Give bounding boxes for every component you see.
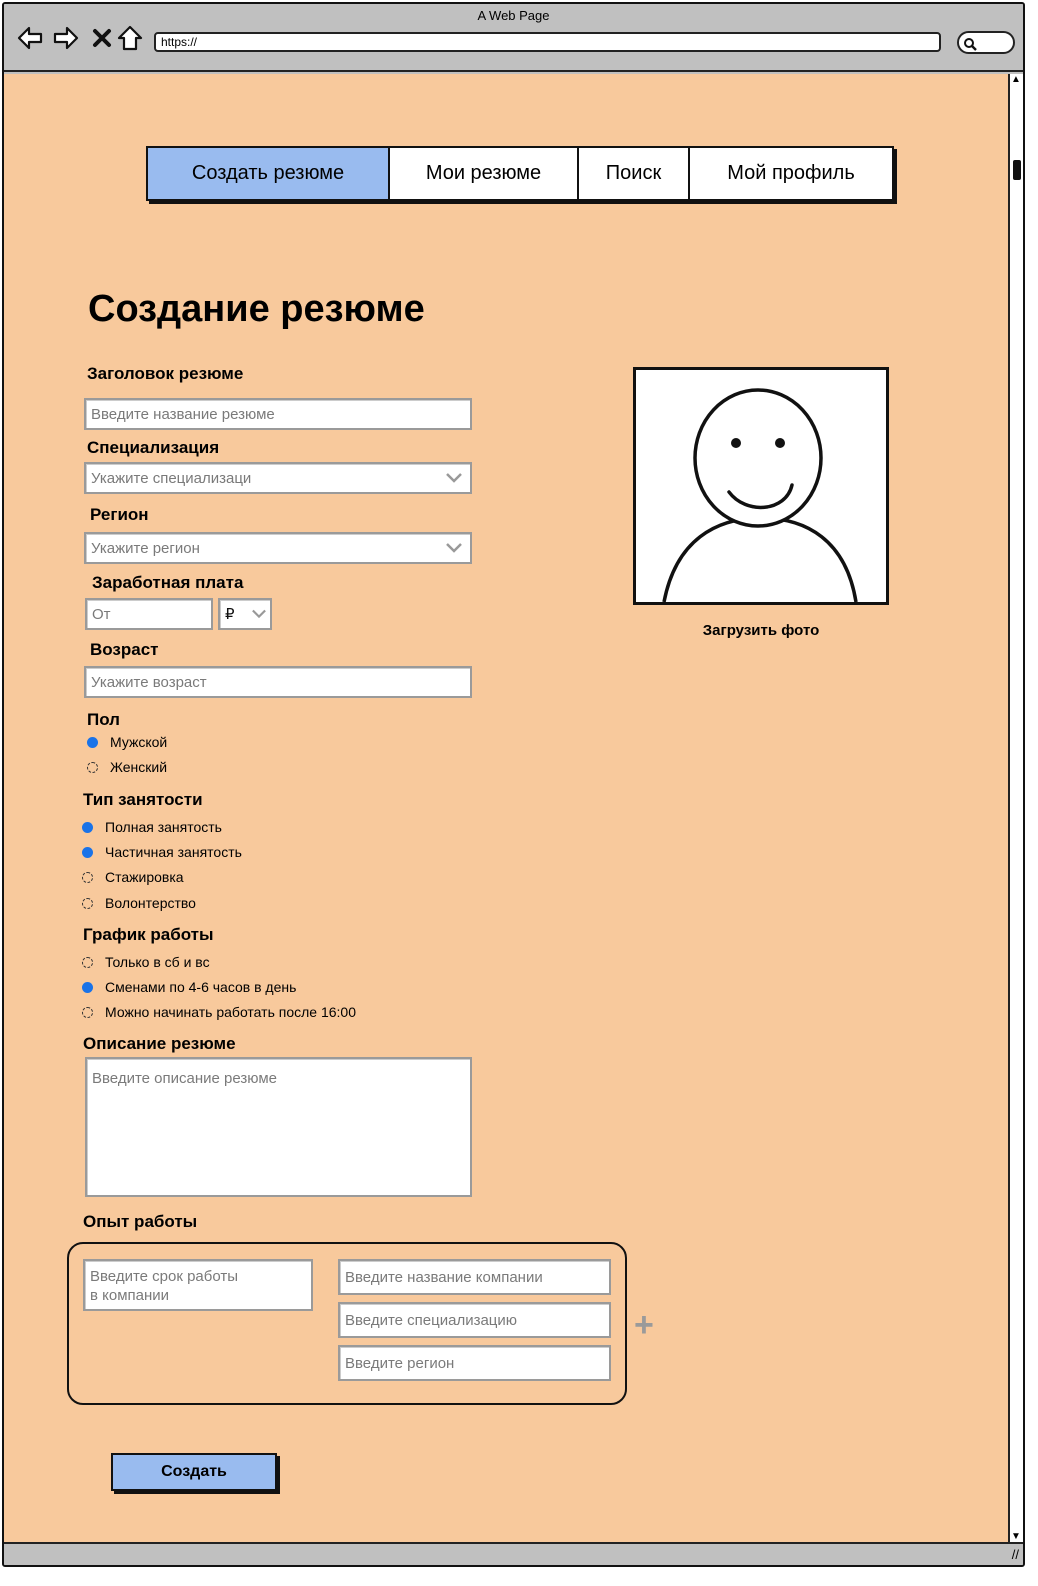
schedule-option-label: Можно начинать работать после 16:00 <box>105 1004 356 1020</box>
specialization-label: Специализация <box>87 438 220 457</box>
search-icon <box>964 38 977 51</box>
chevron-down-icon <box>446 473 462 483</box>
employment-option-full[interactable]: Полная занятость <box>82 819 222 835</box>
age-label: Возраст <box>90 640 159 659</box>
region-select[interactable]: Укажите регион <box>84 532 472 564</box>
nav-tabs: Создать резюме Мои резюме Поиск Мой проф… <box>146 146 894 201</box>
description-textarea[interactable]: Введите описание резюме <box>85 1057 472 1197</box>
resume-title-input[interactable]: Введите название резюме <box>84 398 472 430</box>
upload-photo-label[interactable]: Загрузить фото <box>633 622 889 639</box>
employment-option-part[interactable]: Частичная занятость <box>82 844 242 860</box>
create-button[interactable]: Создать <box>111 1453 277 1491</box>
gender-option-label: Мужской <box>110 734 168 750</box>
employment-option-volunteer[interactable]: Волонтерство <box>82 895 196 911</box>
radio-button[interactable] <box>82 981 93 993</box>
gender-option-female[interactable]: Женский <box>87 759 167 775</box>
schedule-option-weekends[interactable]: Только в сб и вс <box>82 954 210 970</box>
tab-my-profile[interactable]: Мой профиль <box>690 148 892 199</box>
description-label: Описание резюме <box>83 1034 236 1053</box>
browser-toolbar: A Web Page https:// <box>4 4 1023 72</box>
add-experience-button[interactable]: + <box>634 1306 654 1345</box>
schedule-option-label: Сменами по 4-6 часов в день <box>105 979 297 995</box>
gender-option-label: Женский <box>110 759 168 775</box>
employment-label: Тип занятости <box>83 790 203 809</box>
browser-search-box[interactable] <box>957 31 1015 54</box>
salary-label: Заработная плата <box>92 573 244 592</box>
scroll-up-icon[interactable]: ▲ <box>1011 74 1021 85</box>
region-label: Регион <box>90 505 149 524</box>
scroll-down-icon[interactable]: ▼ <box>1011 1531 1021 1542</box>
gender-option-male[interactable]: Мужской <box>87 734 167 750</box>
radio-button[interactable] <box>82 846 93 858</box>
tab-my-resumes[interactable]: Мои резюме <box>390 148 579 199</box>
radio-button[interactable] <box>82 956 93 968</box>
currency-select[interactable]: ₽ <box>218 598 272 630</box>
experience-company-input[interactable]: Введите название компании <box>338 1259 611 1295</box>
window-title: A Web Page <box>477 8 550 23</box>
resume-title-label: Заголовок резюме <box>87 364 244 383</box>
experience-specialization-input[interactable]: Введите специализацию <box>338 1302 611 1338</box>
schedule-label: График работы <box>83 925 214 944</box>
gender-label: Пол <box>87 710 120 729</box>
tab-create-resume[interactable]: Создать резюме <box>148 148 390 199</box>
employment-option-label: Частичная занятость <box>105 844 242 860</box>
radio-button[interactable] <box>82 897 93 909</box>
url-bar[interactable]: https:// <box>154 32 941 52</box>
back-arrow-icon[interactable] <box>16 24 44 52</box>
specialization-select-value: Укажите специализаци <box>91 469 252 487</box>
salary-from-input[interactable]: От <box>85 598 213 630</box>
age-input[interactable]: Укажите возраст <box>84 666 472 698</box>
employment-option-label: Полная занятость <box>105 819 222 835</box>
avatar-icon <box>662 388 858 603</box>
specialization-select[interactable]: Укажите специализаци <box>84 462 472 494</box>
experience-duration-input[interactable]: Введите срок работы в компании <box>83 1259 313 1311</box>
schedule-option-after16[interactable]: Можно начинать работать после 16:00 <box>82 1004 356 1020</box>
employment-option-label: Волонтерство <box>105 895 196 911</box>
employment-option-internship[interactable]: Стажировка <box>82 869 184 885</box>
scroll-thumb[interactable] <box>1013 160 1021 180</box>
currency-select-value: ₽ <box>225 606 235 623</box>
status-bar: // <box>4 1542 1023 1565</box>
chevron-down-icon <box>252 609 266 619</box>
chevron-down-icon <box>446 543 462 553</box>
region-select-value: Укажите регион <box>91 539 200 557</box>
radio-button[interactable] <box>87 736 98 748</box>
experience-label: Опыт работы <box>83 1212 198 1231</box>
employment-option-label: Стажировка <box>105 869 184 885</box>
radio-button[interactable] <box>82 1006 93 1018</box>
experience-region-input[interactable]: Введите регион <box>338 1345 611 1381</box>
radio-button[interactable] <box>82 821 93 833</box>
photo-placeholder[interactable] <box>633 367 889 605</box>
stop-icon[interactable] <box>88 24 116 52</box>
schedule-option-label: Только в сб и вс <box>105 954 210 970</box>
page-content: Создать резюме Мои резюме Поиск Мой проф… <box>4 74 1008 1542</box>
radio-button[interactable] <box>82 871 93 883</box>
radio-button[interactable] <box>87 761 98 773</box>
home-icon[interactable] <box>116 24 144 52</box>
resize-grip-icon[interactable]: // <box>1012 1547 1019 1562</box>
tab-search[interactable]: Поиск <box>579 148 690 199</box>
forward-arrow-icon[interactable] <box>52 24 80 52</box>
vertical-scrollbar[interactable]: ▲ ▼ <box>1008 74 1023 1542</box>
browser-window: A Web Page https:// Создать резюме Мои р… <box>2 2 1025 1567</box>
page-title: Создание резюме <box>88 288 425 330</box>
schedule-option-shifts[interactable]: Сменами по 4-6 часов в день <box>82 979 296 995</box>
